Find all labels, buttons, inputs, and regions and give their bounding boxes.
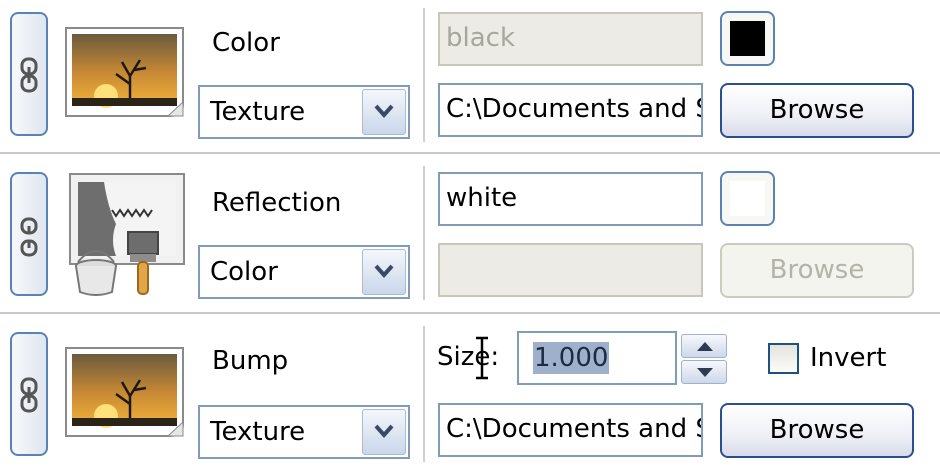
size-decrement-button[interactable] [681,360,727,384]
color-swatch-button[interactable] [720,171,775,226]
texture-path-field[interactable]: C:\Documents and Settings [438,403,703,457]
size-value: 1.000 [533,342,610,374]
channel-label: Bump [212,346,289,376]
column-divider [423,166,425,300]
browse-button[interactable]: Browse [720,403,914,458]
texture-path-field [438,243,703,297]
link-toggle-button[interactable] [10,172,48,296]
color-name-field: black [438,12,703,66]
column-divider [423,8,425,142]
browse-button: Browse [720,243,914,298]
link-toggle-button[interactable] [10,12,48,136]
invert-checkbox[interactable] [768,343,799,374]
dropdown-value: Texture [210,97,306,127]
row-separator [0,312,940,314]
browse-button[interactable]: Browse [720,83,914,138]
size-increment-button[interactable] [681,334,727,358]
column-divider [423,326,425,462]
broken-chain-link-icon [20,217,38,257]
color-name-value: black [446,23,516,53]
source-mode-dropdown[interactable]: Color [198,245,410,299]
source-mode-dropdown[interactable]: Texture [198,85,410,139]
color-name-field[interactable]: white [438,172,703,226]
color-name-value: white [446,183,518,213]
sunset-tree-texture-icon [64,346,185,438]
sunset-tree-texture-icon [64,26,185,118]
invert-label: Invert [810,343,887,373]
dropdown-value: Color [210,257,278,287]
chain-link-icon [20,57,38,93]
row-separator [0,152,940,154]
source-mode-dropdown[interactable]: Texture [198,405,410,459]
arrow-down-icon [697,368,713,377]
channel-label: Reflection [212,188,342,218]
dropdown-value: Texture [210,417,306,447]
texture-path-field[interactable]: C:\Documents and Settings [438,83,703,137]
arrow-up-icon [697,342,713,351]
texture-path-value: C:\Documents and Settings [446,414,701,444]
texture-path-value: C:\Documents and Settings [446,94,701,124]
text-cursor-icon [476,336,488,380]
link-toggle-button[interactable] [10,332,48,456]
dropdown-arrow-button[interactable] [362,249,406,295]
channel-row-reflection: Reflection Color white Browse [0,160,940,310]
channel-label: Color [212,28,280,58]
size-input[interactable]: 1.000 [517,331,677,385]
channel-row-color: Color Texture black C:\Documents and Set… [0,0,940,150]
chevron-down-icon [374,104,394,118]
color-swatch-button[interactable] [720,11,775,66]
dropdown-arrow-button[interactable] [362,409,406,455]
chevron-down-icon [374,424,394,438]
paint-bucket-brush-icon [64,170,190,296]
color-swatch-fill [730,181,765,216]
chain-link-icon [20,377,38,413]
color-swatch-fill [730,21,765,56]
dropdown-arrow-button[interactable] [362,89,406,135]
chevron-down-icon [374,264,394,278]
